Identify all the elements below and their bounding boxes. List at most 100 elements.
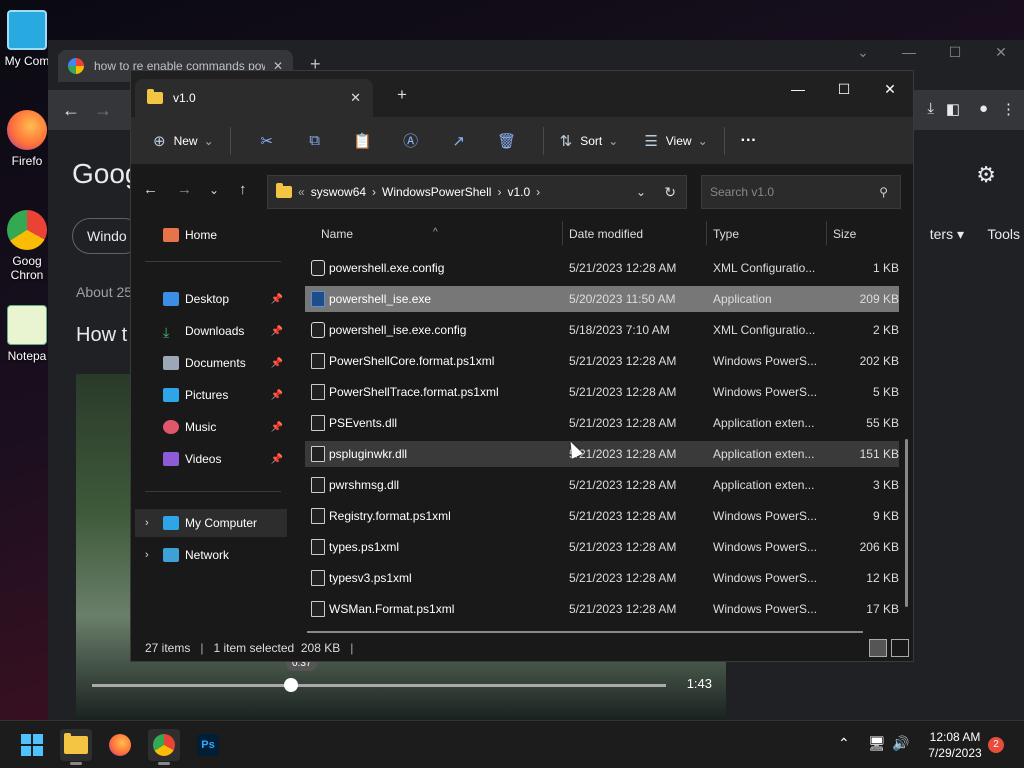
download-icon[interactable]: ⤓ <box>927 100 934 117</box>
details-view-button[interactable] <box>869 639 887 657</box>
breadcrumb-item[interactable]: syswow64 <box>311 185 366 199</box>
file-row[interactable]: types.ps1xml 5/21/2023 12:28 AM Windows Po… <box>305 534 899 560</box>
minimize-button[interactable]: — <box>775 75 821 103</box>
chevron-right-icon[interactable]: › <box>372 185 376 199</box>
vertical-scrollbar[interactable] <box>905 439 908 607</box>
delete-icon[interactable]: 🗑 <box>483 132 531 150</box>
file-row[interactable]: powershell.exe.config 5/21/2023 12:28 AM X… <box>305 255 899 281</box>
nav-item-videos[interactable]: Videos 📌 <box>135 445 287 473</box>
chevron-right-icon[interactable]: › <box>497 185 501 199</box>
nav-item-home[interactable]: Home <box>135 221 287 249</box>
column-header-type[interactable]: Type <box>713 227 739 241</box>
taskbar-file-explorer[interactable] <box>60 729 92 765</box>
recent-locations-icon[interactable]: ⌄ <box>209 183 219 197</box>
new-tab-button[interactable]: + <box>397 85 407 105</box>
network-icon[interactable]: 🖥 <box>868 735 886 752</box>
desktop-icon-firefox[interactable]: Firefo <box>0 110 54 168</box>
maximize-button[interactable]: ☐ <box>932 44 978 61</box>
pin-icon[interactable]: 📌 <box>271 454 283 465</box>
maximize-button[interactable]: ☐ <box>821 75 867 103</box>
nav-item-downloads[interactable]: ⤓ Downloads 📌 <box>135 317 287 345</box>
copy-icon[interactable]: ⧉ <box>291 132 339 149</box>
nav-item-my-computer[interactable]: › My Computer <box>135 509 287 537</box>
file-row[interactable]: PowerShellTrace.format.ps1xml 5/21/2023 1… <box>305 379 899 405</box>
column-header-name[interactable]: Name <box>321 227 353 241</box>
up-icon[interactable]: ↑ <box>239 181 247 198</box>
file-row[interactable]: pwrshmsg.dll 5/21/2023 12:28 AM Applicatio… <box>305 472 899 498</box>
file-row[interactable]: typesv3.ps1xml 5/21/2023 12:28 AM Windows … <box>305 565 899 591</box>
breadcrumb-item[interactable]: WindowsPowerShell <box>382 185 491 199</box>
search-box[interactable]: Search v1.0 ⚲ <box>701 175 901 209</box>
paste-icon[interactable]: 📋 <box>339 132 387 150</box>
file-row[interactable]: pspluginwkr.dll 5/21/2023 12:28 AM Applica… <box>305 441 899 467</box>
pin-icon[interactable]: 📌 <box>271 422 283 433</box>
nav-item-music[interactable]: Music 📌 <box>135 413 287 441</box>
nav-item-desktop[interactable]: Desktop 📌 <box>135 285 287 313</box>
gear-icon[interactable]: ⚙ <box>976 162 996 188</box>
side-panel-icon[interactable]: ◧ <box>946 100 960 118</box>
close-tab-icon[interactable]: ✕ <box>350 90 361 106</box>
notification-badge[interactable]: 2 <box>988 737 1004 753</box>
column-divider[interactable] <box>562 221 563 245</box>
more-options-button[interactable]: ··· <box>737 125 761 157</box>
new-button[interactable]: ⊕ New ⌄ <box>149 125 218 157</box>
file-row[interactable]: WSMan.Format.ps1xml 5/21/2023 12:28 AM Win… <box>305 596 899 622</box>
video-scrubber-handle[interactable] <box>284 678 298 692</box>
kebab-menu-icon[interactable]: ⋮ <box>1001 100 1016 118</box>
chevron-right-icon[interactable]: › <box>145 549 149 561</box>
chevron-down-icon[interactable]: ⌄ <box>636 185 646 199</box>
chevron-right-icon[interactable]: › <box>536 185 540 199</box>
explorer-tab[interactable]: v1.0 ✕ <box>135 79 373 117</box>
file-row[interactable]: powershell_ise.exe 5/20/2023 11:50 AM Appl… <box>305 286 899 312</box>
file-row[interactable]: PSEvents.dll 5/21/2023 12:28 AM Applicatio… <box>305 410 899 436</box>
sort-button[interactable]: ⇅ Sort ⌄ <box>556 125 623 157</box>
start-button[interactable] <box>16 729 48 761</box>
tools-button[interactable]: Tools <box>987 226 1020 242</box>
pin-icon[interactable]: 📌 <box>271 358 283 369</box>
desktop-icon-notepad[interactable]: Notepa <box>0 305 54 363</box>
taskbar-chrome[interactable] <box>148 729 180 765</box>
file-row[interactable]: PowerShellCore.format.ps1xml 5/21/2023 12… <box>305 348 899 374</box>
pin-icon[interactable]: 📌 <box>271 390 283 401</box>
volume-icon[interactable]: 🔊 <box>892 735 909 752</box>
nav-item-network[interactable]: › Network <box>135 541 287 569</box>
taskbar-photoshop[interactable]: Ps <box>192 729 224 761</box>
address-bar[interactable]: « syswow64 › WindowsPowerShell › v1.0 › … <box>267 175 687 209</box>
forward-icon[interactable]: → <box>94 100 112 121</box>
pin-icon[interactable]: 📌 <box>271 326 283 337</box>
desktop-icon-my-computer[interactable]: My Com <box>0 10 54 68</box>
tiles-view-button[interactable] <box>891 639 909 657</box>
share-icon[interactable]: ↗ <box>435 132 483 150</box>
result-heading[interactable]: How t <box>76 324 127 347</box>
column-header-size[interactable]: Size <box>833 227 856 241</box>
nav-item-documents[interactable]: Documents 📌 <box>135 349 287 377</box>
chevron-up-icon[interactable]: ⌃ <box>838 735 850 752</box>
breadcrumb-item[interactable]: v1.0 <box>507 185 530 199</box>
horizontal-scrollbar[interactable] <box>307 631 863 633</box>
file-row[interactable]: powershell_ise.exe.config 5/18/2023 7:10 … <box>305 317 899 343</box>
back-icon[interactable]: ← <box>62 100 80 121</box>
video-scrubber[interactable] <box>92 684 666 687</box>
file-row[interactable]: Registry.format.ps1xml 5/21/2023 12:28 AM… <box>305 503 899 529</box>
column-header-date[interactable]: Date modified <box>569 227 643 241</box>
column-divider[interactable] <box>706 221 707 245</box>
nav-item-pictures[interactable]: Pictures 📌 <box>135 381 287 409</box>
filters-button[interactable]: ters ▾ <box>930 226 964 243</box>
breadcrumb-overflow[interactable]: « <box>298 185 305 199</box>
refresh-icon[interactable]: ↻ <box>664 184 676 201</box>
profile-icon[interactable]: ● <box>979 100 988 117</box>
rename-icon[interactable]: Ⓐ <box>387 130 435 151</box>
chevron-right-icon[interactable]: › <box>145 517 149 529</box>
taskbar-clock[interactable]: 12:08 AM 7/29/2023 <box>918 729 992 761</box>
back-icon[interactable]: ← <box>143 181 158 198</box>
close-button[interactable]: ✕ <box>867 75 913 103</box>
forward-icon[interactable]: → <box>177 181 192 198</box>
minimize-button[interactable]: — <box>886 44 932 61</box>
chevron-down-icon[interactable]: ⌄ <box>840 44 886 61</box>
desktop-icon-chrome[interactable]: Goog Chron <box>0 210 54 282</box>
column-divider[interactable] <box>826 221 827 245</box>
view-button[interactable]: ☰ View ⌄ <box>640 125 711 157</box>
pin-icon[interactable]: 📌 <box>271 294 283 305</box>
cut-icon[interactable]: ✂ <box>243 132 291 150</box>
close-button[interactable]: ✕ <box>978 44 1024 61</box>
